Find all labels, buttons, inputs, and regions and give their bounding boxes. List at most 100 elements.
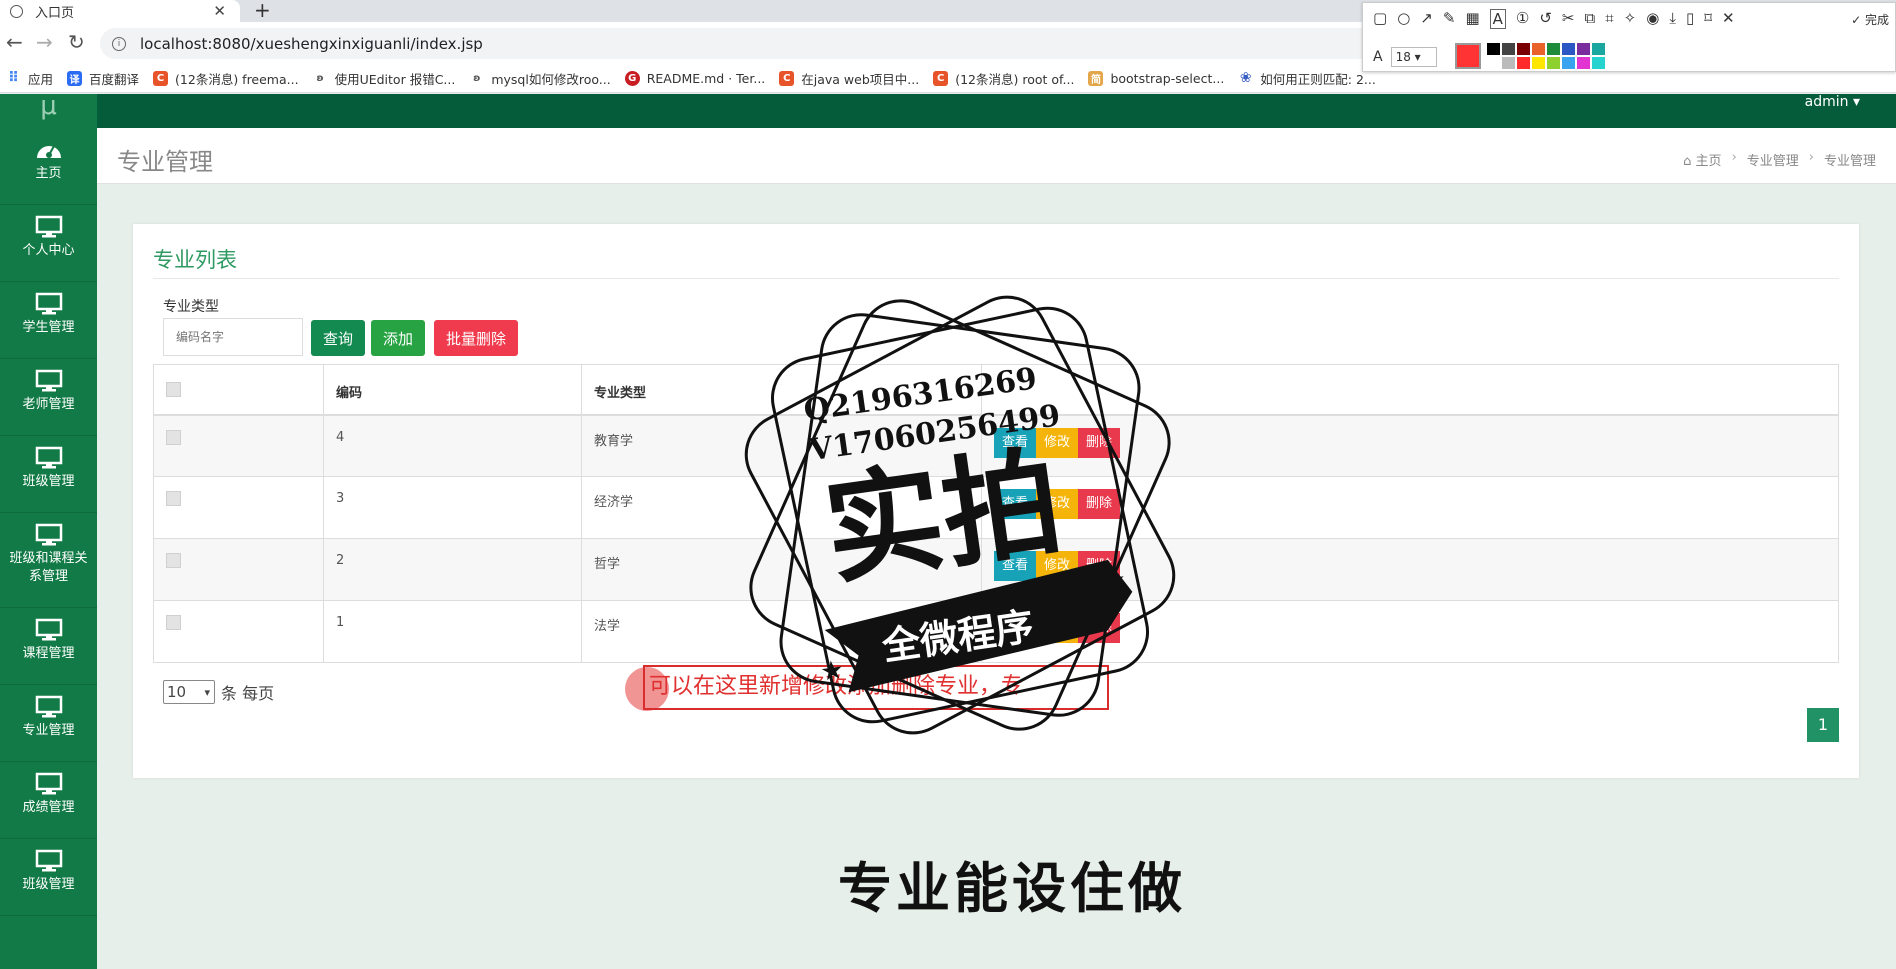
tab-title: 入口页 — [35, 5, 75, 21]
record-icon[interactable]: ◉ — [1646, 9, 1659, 29]
font-size-select[interactable]: 18 ▾ — [1390, 47, 1437, 67]
palette-swatch[interactable] — [1577, 43, 1590, 55]
arrow-tool-icon[interactable]: ↗ — [1420, 9, 1433, 29]
reload-icon[interactable]: ↻ — [68, 30, 85, 54]
mosaic-tool-icon[interactable]: ▦ — [1465, 9, 1479, 29]
edit-button[interactable]: 修改 — [1036, 427, 1079, 458]
search-input[interactable] — [163, 318, 303, 356]
row-select-cell — [153, 414, 324, 477]
baidu-translate-icon: 译 — [67, 70, 83, 86]
back-icon[interactable]: ← — [6, 30, 23, 54]
pagination-page-1[interactable]: 1 — [1807, 708, 1839, 742]
bookmark-apps[interactable]: ⠿ 应用 — [6, 69, 53, 88]
batch-delete-button[interactable]: 批量删除 — [434, 320, 519, 356]
header-select-all — [153, 364, 324, 416]
bookmark-item[interactable]: 译 百度翻译 — [67, 69, 139, 88]
bookmark-label: 使用UEditor 报错C... — [334, 71, 456, 87]
palette-swatch[interactable] — [1547, 43, 1560, 55]
row-checkbox[interactable] — [166, 429, 181, 445]
bookmark-item[interactable]: 简 bootstrap-select... — [1088, 70, 1225, 86]
palette-swatch[interactable] — [1562, 57, 1575, 69]
sidebar-item[interactable]: 班级管理 — [0, 839, 97, 916]
sidebar-item[interactable]: 班级管理 — [0, 436, 97, 513]
phone-icon[interactable]: ▯ — [1686, 9, 1694, 29]
edit-button[interactable]: 修改 — [1036, 489, 1079, 519]
close-icon[interactable]: ✕ — [1722, 9, 1735, 29]
sidebar-item[interactable]: 学生管理 — [0, 282, 97, 359]
new-tab-button[interactable]: + — [254, 0, 271, 22]
color-palette — [1487, 43, 1605, 69]
bookmark-item[interactable]: C 在java web项目中... — [779, 69, 919, 88]
sidebar-item-label: 学生管理 — [22, 320, 75, 335]
palette-swatch[interactable] — [1517, 57, 1530, 69]
view-button[interactable]: 查看 — [994, 489, 1037, 519]
row-checkbox[interactable] — [166, 615, 181, 630]
view-button[interactable]: 查看 — [994, 613, 1037, 643]
pin-icon[interactable]: ✧ — [1624, 9, 1637, 29]
actions-cell: 查看 修改 删除 — [981, 414, 1839, 477]
info-icon[interactable]: i — [112, 36, 126, 51]
row-checkbox[interactable] — [166, 491, 181, 506]
breadcrumb-home[interactable]: ⌂ 主页 — [1683, 150, 1721, 169]
sidebar-item[interactable]: 老师管理 — [0, 359, 97, 436]
edit-button[interactable]: 修改 — [1036, 551, 1079, 581]
crop-icon[interactable]: ⌗ — [1605, 9, 1613, 29]
bookmark-item[interactable]: G README.md · Ter... — [624, 70, 765, 86]
sidebar-item[interactable]: 个人中心 — [0, 205, 97, 282]
bookmark-item[interactable]: ❀ 如何用正则匹配: 2... — [1238, 69, 1376, 88]
palette-swatch[interactable] — [1487, 43, 1500, 55]
delete-button[interactable]: 删除 — [1078, 489, 1121, 519]
row-checkbox[interactable] — [166, 553, 181, 568]
check-icon: ✓ — [1851, 13, 1862, 27]
browser-tab[interactable]: 入口页 ✕ — [0, 0, 240, 22]
download-icon[interactable]: ⤓ — [1669, 9, 1676, 29]
close-tab-icon[interactable]: ✕ — [213, 2, 226, 20]
sidebar-item-label: 班级和课程关系管理 — [9, 551, 88, 584]
page-size-select[interactable]: 10 ▾ — [163, 680, 215, 704]
sidebar-item[interactable]: 班级和课程关系管理 — [0, 513, 97, 608]
view-button[interactable]: 查看 — [994, 551, 1037, 581]
bookmark-item[interactable]: C (12条消息) freema... — [153, 69, 299, 88]
rectangle-tool-icon[interactable]: ▢ — [1373, 9, 1387, 29]
ocr-icon[interactable]: ⧉ — [1585, 9, 1596, 29]
current-color-swatch[interactable] — [1455, 43, 1481, 69]
sidebar-item[interactable]: 主页 — [0, 128, 97, 205]
palette-swatch[interactable] — [1502, 57, 1515, 69]
delete-button[interactable]: 删除 — [1078, 613, 1121, 643]
view-button[interactable]: 查看 — [994, 427, 1037, 458]
done-button[interactable]: ✓ 完成 — [1851, 11, 1889, 28]
palette-swatch[interactable] — [1517, 43, 1530, 55]
scissors-icon[interactable]: ✂ — [1562, 9, 1575, 29]
sidebar-item[interactable]: 课程管理 — [0, 608, 97, 685]
bookmark-save-icon[interactable]: ⌑ — [1704, 9, 1712, 29]
forward-icon[interactable]: → — [36, 30, 53, 54]
user-menu[interactable]: admin ▾ — [1805, 94, 1860, 110]
palette-swatch[interactable] — [1547, 57, 1560, 69]
breadcrumb-item[interactable]: 专业管理 — [1747, 150, 1799, 169]
sidebar-item[interactable]: 专业管理 — [0, 685, 97, 762]
palette-swatch[interactable] — [1592, 43, 1605, 55]
palette-swatch[interactable] — [1577, 57, 1590, 69]
add-button[interactable]: 添加 — [371, 320, 426, 356]
text-tool-icon[interactable]: A — [1489, 9, 1506, 29]
sidebar-item[interactable]: 成绩管理 — [0, 762, 97, 839]
palette-swatch[interactable] — [1487, 57, 1500, 69]
palette-swatch[interactable] — [1532, 43, 1545, 55]
palette-swatch[interactable] — [1592, 57, 1605, 69]
bookmark-label: bootstrap-select... — [1110, 70, 1225, 86]
palette-swatch[interactable] — [1502, 43, 1515, 55]
number-tool-icon[interactable]: ① — [1516, 9, 1529, 29]
select-all-checkbox[interactable] — [166, 382, 181, 397]
delete-button[interactable]: 删除 — [1078, 551, 1121, 581]
bookmark-item[interactable]: ʚ 使用UEditor 报错C... — [313, 69, 456, 88]
palette-swatch[interactable] — [1562, 43, 1575, 55]
delete-button[interactable]: 删除 — [1078, 427, 1121, 458]
undo-icon[interactable]: ↺ — [1539, 9, 1552, 29]
edit-button[interactable]: 修改 — [1036, 613, 1079, 643]
pen-tool-icon[interactable]: ✎ — [1443, 9, 1456, 29]
bookmark-item[interactable]: C (12条消息) root of... — [933, 69, 1074, 88]
query-button[interactable]: 查询 — [311, 320, 366, 356]
ellipse-tool-icon[interactable]: ○ — [1397, 9, 1410, 29]
bookmark-item[interactable]: ʚ mysql如何修改roo... — [469, 69, 611, 88]
palette-swatch[interactable] — [1532, 57, 1545, 69]
